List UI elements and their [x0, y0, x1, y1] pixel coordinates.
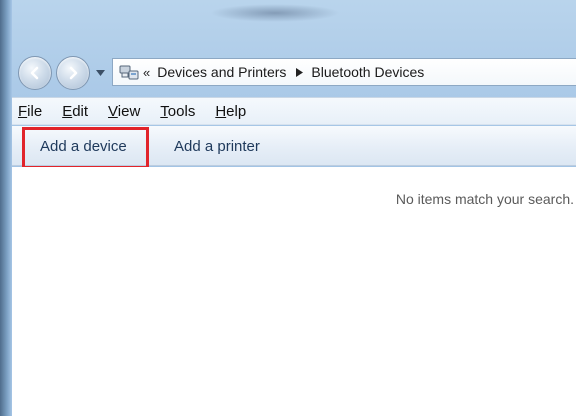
- address-bar[interactable]: « Devices and Printers Bluetooth Devices: [112, 58, 576, 86]
- breadcrumb-bluetooth-devices[interactable]: Bluetooth Devices: [311, 64, 424, 80]
- back-arrow-icon: [30, 66, 39, 80]
- back-button[interactable]: [18, 56, 52, 90]
- menu-view[interactable]: View: [108, 103, 140, 120]
- menu-tools[interactable]: Tools: [160, 103, 195, 120]
- breadcrumb-devices-and-printers[interactable]: Devices and Printers: [157, 64, 286, 80]
- breadcrumb-separator-icon[interactable]: [296, 67, 304, 77]
- navigation-bar: « Devices and Printers Bluetooth Devices: [12, 54, 576, 94]
- menu-file[interactable]: File: [18, 103, 42, 120]
- forward-arrow-icon: [69, 66, 78, 80]
- content-pane[interactable]: No items match your search.: [12, 167, 576, 416]
- recent-pages-button[interactable]: [94, 67, 106, 79]
- window-border: [0, 0, 12, 416]
- highlight-callout: [22, 127, 149, 169]
- forward-button[interactable]: [56, 56, 90, 90]
- menu-help[interactable]: Help: [215, 103, 246, 120]
- menu-edit[interactable]: Edit: [62, 103, 88, 120]
- devices-printers-icon: [119, 63, 139, 81]
- chevron-down-icon: [95, 70, 105, 76]
- title-bar: [210, 4, 340, 22]
- empty-results-message: No items match your search.: [395, 191, 574, 207]
- overflow-chevrons[interactable]: «: [143, 65, 150, 80]
- menu-bar: File Edit View Tools Help: [12, 97, 576, 125]
- add-printer-button[interactable]: Add a printer: [174, 138, 260, 155]
